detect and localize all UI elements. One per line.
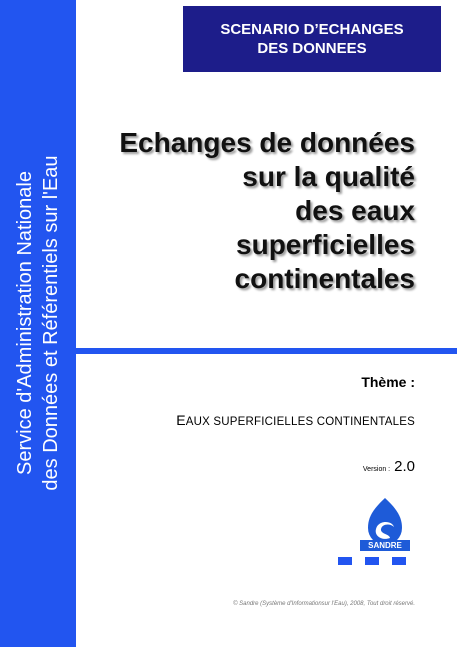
title-line-4: superficielles: [236, 229, 415, 260]
title-line-2: sur la qualité: [242, 161, 415, 192]
theme-label: Thème :: [361, 374, 415, 390]
sidebar-banner: Service d'Administration Nationale des D…: [0, 0, 76, 647]
title-line-1: Echanges de données: [119, 127, 415, 158]
copyright-notice: © Sandre (Système d'Informationsur l'Eau…: [233, 601, 415, 607]
theme-value-first: E: [176, 412, 186, 428]
version-label: Version :: [362, 466, 391, 473]
document-title: Echanges de données sur la qualité des e…: [119, 126, 415, 296]
title-line-3: des eaux: [295, 195, 415, 226]
badge-line-2: DES DONNEES: [257, 40, 367, 57]
sandre-logo-text: SANDRE: [360, 540, 410, 551]
title-line-5: continentales: [234, 263, 415, 294]
sidebar-line-1: Service d'Administration Nationale: [14, 171, 36, 475]
version-number: 2.0: [394, 458, 415, 475]
theme-value: EAUX SUPERFICIELLES CONTINENTALES: [176, 412, 415, 428]
square-3: [392, 557, 406, 565]
sidebar-line-2: des Données et Référentiels sur l'Eau: [40, 155, 62, 491]
square-2: [365, 557, 379, 565]
divider-rule: [76, 348, 457, 354]
theme-value-rest: AUX SUPERFICIELLES CONTINENTALES: [185, 416, 415, 428]
document-type-badge: SCENARIO D’ECHANGES DES DONNEES: [183, 6, 441, 72]
square-1: [338, 557, 352, 565]
badge-line-1: SCENARIO D’ECHANGES: [220, 21, 404, 38]
version-info: Version :2.0: [363, 458, 415, 476]
sidebar-organization-name: Service d'Administration Nationale des D…: [12, 23, 64, 623]
